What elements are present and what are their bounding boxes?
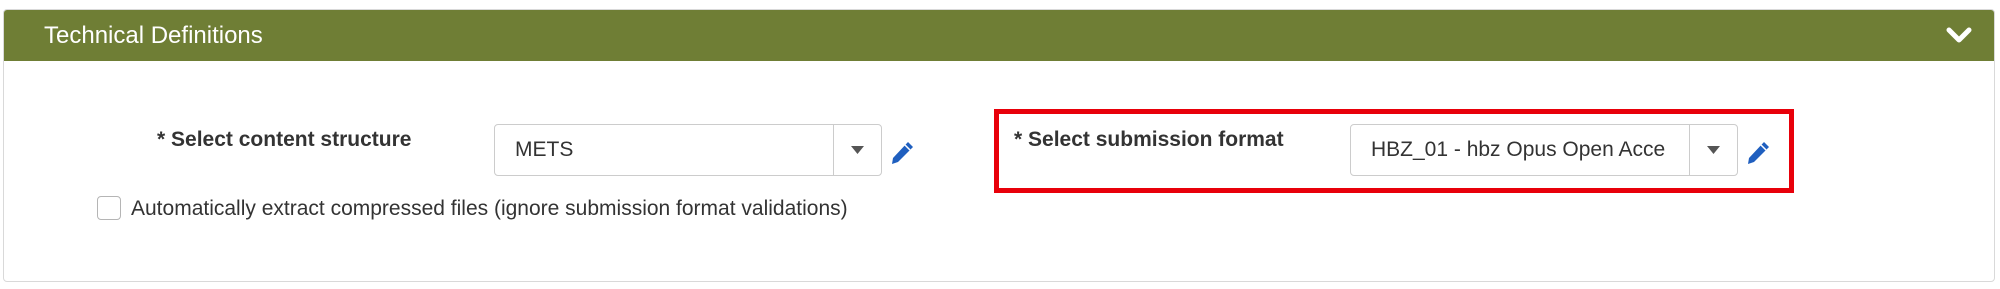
submission-format-label: * Select submission format: [1014, 128, 1284, 152]
content-structure-label-text: Select content structure: [171, 128, 412, 151]
caret-down-icon[interactable]: [1689, 125, 1737, 175]
required-mark: *: [157, 128, 166, 151]
auto-extract-checkbox[interactable]: [97, 196, 121, 220]
auto-extract-label: Automatically extract compressed files (…: [131, 197, 848, 220]
content-structure-value: METS: [515, 138, 574, 161]
content-structure-label: * Select content structure: [157, 128, 411, 152]
submission-format-label-text: Select submission format: [1028, 128, 1284, 151]
pencil-icon[interactable]: [1745, 140, 1771, 166]
content-structure-select[interactable]: METS: [494, 124, 882, 176]
submission-format-select[interactable]: HBZ_01 - hbz Opus Open Acce: [1350, 124, 1738, 176]
panel-header[interactable]: Technical Definitions: [4, 10, 1994, 61]
caret-down-icon[interactable]: [833, 125, 881, 175]
chevron-down-icon[interactable]: [1946, 24, 1972, 46]
submission-format-value: HBZ_01 - hbz Opus Open Acce: [1371, 138, 1666, 161]
panel-title: Technical Definitions: [44, 22, 263, 49]
pencil-icon[interactable]: [889, 140, 915, 166]
required-mark: *: [1014, 128, 1023, 151]
